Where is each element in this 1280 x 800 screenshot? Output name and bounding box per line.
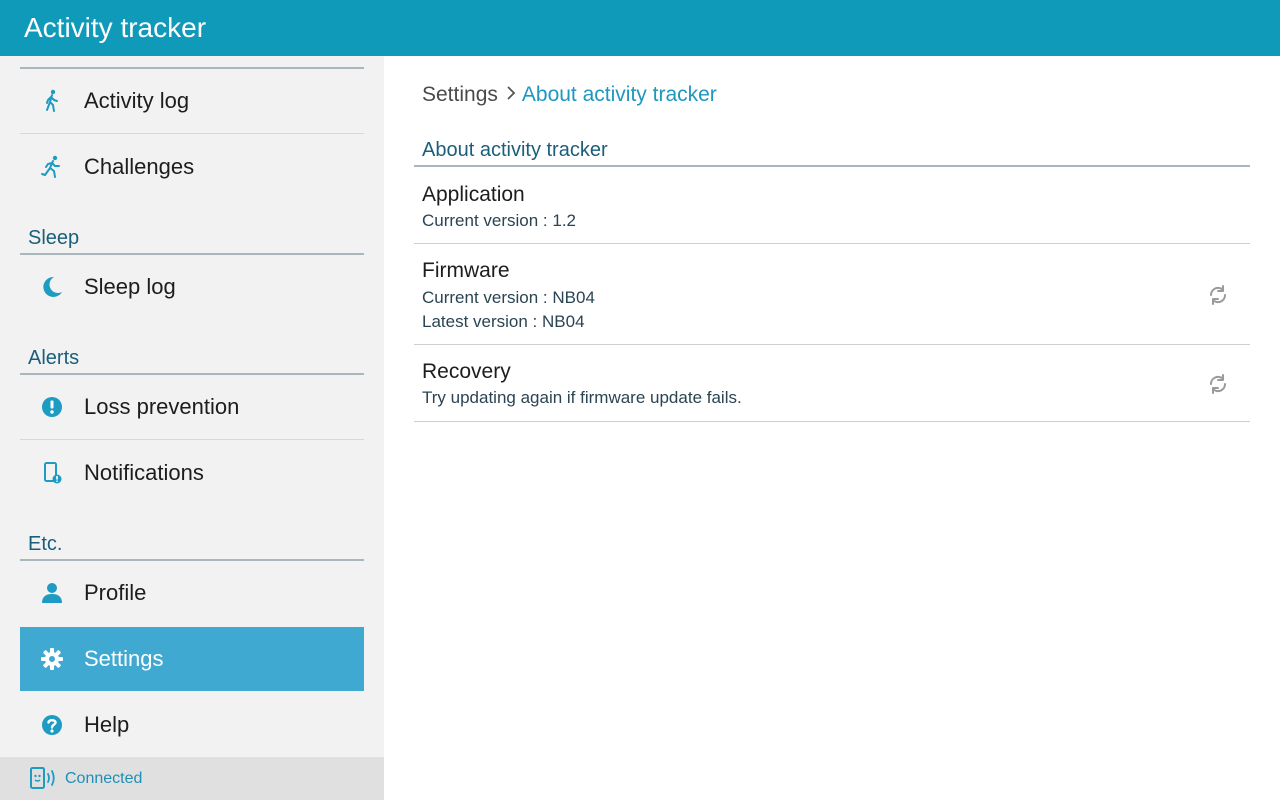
sidebar-item-label: Help — [84, 712, 130, 737]
sidebar-item-label: Notifications — [84, 460, 204, 485]
row-title: Recovery — [422, 360, 511, 383]
section-title: About activity tracker — [422, 139, 608, 161]
phone-notification-icon — [44, 462, 62, 484]
sidebar-item-label: Activity log — [84, 88, 190, 113]
walk-icon — [46, 89, 58, 112]
sidebar-item-profile[interactable]: Profile — [20, 561, 364, 625]
person-icon — [42, 583, 62, 603]
application-row: Application Current version : 1.2 — [414, 167, 1250, 244]
sidebar-item-activity-log[interactable]: Activity log — [20, 69, 364, 133]
app-bar: Activity tracker — [0, 0, 1280, 56]
row-subtitle: Latest version : NB04 — [422, 312, 585, 331]
recovery-row[interactable]: Recovery Try updating again if firmware … — [414, 345, 1250, 422]
main-content: Settings About activity tracker About act… — [384, 56, 1280, 800]
breadcrumb-current: About activity tracker — [521, 83, 717, 106]
run-icon — [41, 155, 60, 178]
divider — [20, 133, 364, 134]
section-title-sleep: Sleep — [28, 227, 80, 249]
breadcrumb-parent[interactable]: Settings — [422, 83, 498, 106]
sidebar-item-label: Loss prevention — [84, 394, 240, 419]
exclamation-icon — [42, 397, 62, 417]
row-title: Firmware — [422, 259, 510, 282]
sidebar: Activity log Challenges Sleep Sleep log … — [0, 56, 384, 800]
firmware-row[interactable]: Firmware Current version : NB04 Latest v… — [414, 244, 1250, 345]
gear-icon — [41, 648, 63, 670]
refresh-icon[interactable] — [1206, 372, 1230, 396]
connection-status-bar: Connected — [0, 757, 384, 800]
sidebar-item-loss-prevention[interactable]: Loss prevention — [20, 375, 364, 439]
breadcrumb: Settings About activity tracker — [422, 82, 717, 108]
row-subtitle: Current version : NB04 — [422, 288, 595, 307]
divider — [20, 439, 364, 440]
sidebar-item-label: Challenges — [84, 154, 195, 179]
device-connected-icon — [30, 767, 55, 789]
sidebar-item-label: Profile — [84, 580, 147, 605]
moon-icon — [43, 276, 62, 297]
divider — [414, 421, 1250, 422]
sidebar-item-label: Settings — [84, 646, 164, 671]
chevron-right-icon — [507, 86, 516, 101]
row-title: Application — [422, 183, 525, 206]
row-subtitle: Current version : 1.2 — [422, 211, 577, 230]
sidebar-item-settings[interactable]: Settings — [20, 627, 364, 691]
app-title: Activity tracker — [24, 12, 207, 43]
refresh-icon[interactable] — [1206, 283, 1230, 307]
sidebar-item-label: Sleep log — [84, 274, 176, 299]
sidebar-item-help[interactable]: Help — [20, 693, 364, 757]
connection-status-label: Connected — [65, 770, 143, 787]
section-title-etc: Etc. — [28, 533, 63, 555]
sidebar-item-challenges[interactable]: Challenges — [20, 135, 364, 199]
question-icon — [42, 715, 62, 735]
sidebar-item-sleep-log[interactable]: Sleep log — [20, 255, 364, 319]
row-subtitle: Try updating again if firmware update fa… — [422, 388, 742, 407]
sidebar-item-notifications[interactable]: Notifications — [20, 441, 364, 505]
section-title-alerts: Alerts — [28, 347, 80, 369]
